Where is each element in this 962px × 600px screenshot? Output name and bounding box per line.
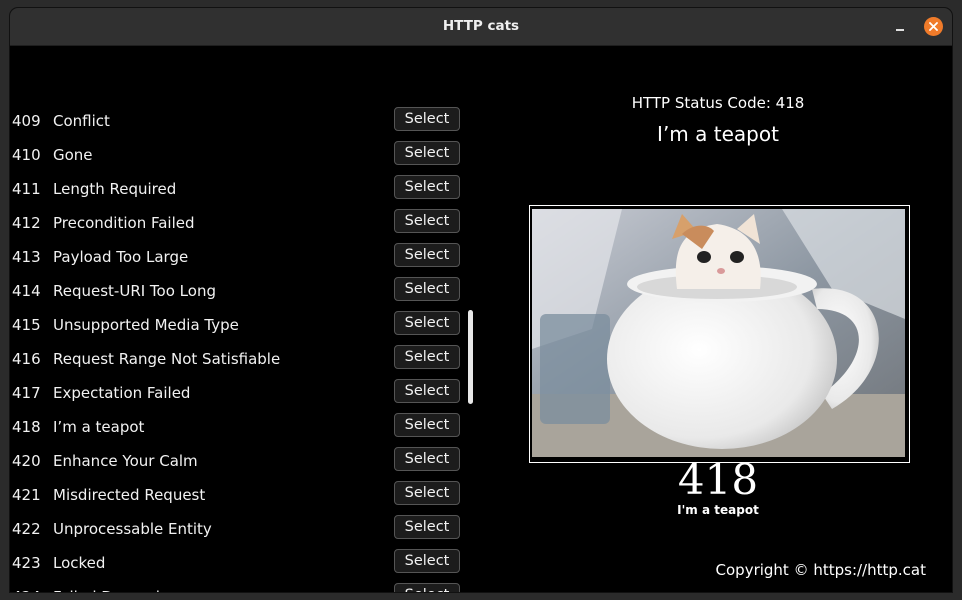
status-name: I’m a teapot [53,418,145,436]
status-code: 414 [12,282,41,300]
status-name: Locked [53,554,106,572]
status-name: Misdirected Request [53,486,206,504]
list-item: 409 Conflict Select [10,104,480,138]
select-button[interactable]: Select [394,413,460,437]
status-code: 409 [12,112,41,130]
status-code: 411 [12,180,41,198]
app-window: HTTP cats 409 Conflict Select 410 Gone Select… [10,8,952,592]
status-code: 424 [12,588,41,592]
select-button[interactable]: Select [394,549,460,573]
status-code: 422 [12,520,41,538]
status-code: 417 [12,384,41,402]
list-item: 421 Misdirected Request Select [10,478,480,512]
status-code: 412 [12,214,41,232]
list-scrollbar[interactable] [468,310,473,404]
list-item: 418 I’m a teapot Select [10,410,480,444]
status-name: Unsupported Media Type [53,316,239,334]
status-code: 420 [12,452,41,470]
close-button[interactable] [924,17,943,36]
status-name: Expectation Failed [53,384,191,402]
status-code: 416 [12,350,41,368]
select-button[interactable]: Select [394,345,460,369]
select-button[interactable]: Select [394,141,460,165]
select-button[interactable]: Select [394,209,460,233]
list-item: 414 Request-URI Too Long Select [10,274,480,308]
status-code-heading: HTTP Status Code: 418 [631,94,805,112]
select-button[interactable]: Select [394,583,460,592]
list-item: 412 Precondition Failed Select [10,206,480,240]
status-name: Failed Dependency [53,588,196,592]
list-item: 423 Locked Select [10,546,480,580]
list-item: 420 Enhance Your Calm Select [10,444,480,478]
select-button[interactable]: Select [394,175,460,199]
select-button[interactable]: Select [394,243,460,267]
list-item: 410 Gone Select [10,138,480,172]
status-code-list[interactable]: 409 Conflict Select 410 Gone Select 411 Length … [10,46,480,592]
status-code: 423 [12,554,41,572]
list-item: 424 Failed Dependency Select [10,580,480,592]
status-code: 421 [12,486,41,504]
status-name-heading: I’m a teapot [657,122,779,146]
list-item: 411 Length Required Select [10,172,480,206]
list-item: 417 Expectation Failed Select [10,376,480,410]
cat-teapot-image [532,209,905,457]
image-caption-text: I'm a teapot [677,503,759,517]
select-button[interactable]: Select [394,515,460,539]
title-bar: HTTP cats [10,8,952,46]
status-name: Unprocessable Entity [53,520,212,538]
status-code: 415 [12,316,41,334]
select-button[interactable]: Select [394,277,460,301]
status-code: 413 [12,248,41,266]
status-name: Payload Too Large [53,248,189,266]
status-name: Enhance Your Calm [53,452,198,470]
list-item: 413 Payload Too Large Select [10,240,480,274]
select-button[interactable]: Select [394,481,460,505]
list-item: 416 Request Range Not Satisfiable Select [10,342,480,376]
select-button[interactable]: Select [394,447,460,471]
close-icon [929,22,938,31]
list-item: 415 Unsupported Media Type Select [10,308,480,342]
minimize-icon[interactable] [892,18,908,34]
select-button[interactable]: Select [394,379,460,403]
status-name: Precondition Failed [53,214,195,232]
select-button[interactable]: Select [394,311,460,335]
image-caption-code: 418 [677,455,759,504]
select-button[interactable]: Select [394,107,460,131]
copyright-footer: Copyright © https://http.cat [715,561,926,579]
status-name: Gone [53,146,93,164]
list-item: 422 Unprocessable Entity Select [10,512,480,546]
status-code: 418 [12,418,41,436]
status-name: Request Range Not Satisfiable [53,350,281,368]
window-title: HTTP cats [442,18,520,34]
status-name: Length Required [53,180,177,198]
status-code: 410 [12,146,41,164]
status-name: Request-URI Too Long [53,282,216,300]
status-name: Conflict [53,112,110,130]
